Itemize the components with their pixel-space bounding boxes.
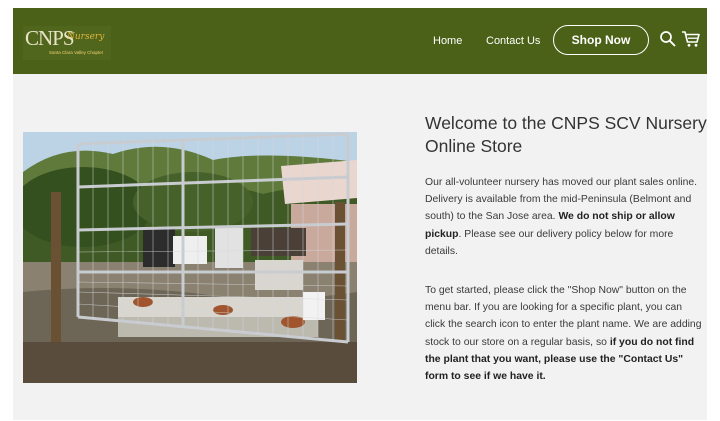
cart-icon[interactable] (681, 30, 701, 53)
page-frame: CNPS Nursery Santa Clara Valley Chapter … (13, 8, 707, 420)
logo-subtitle: Santa Clara Valley Chapter (49, 50, 104, 55)
nursery-gate-photo (23, 132, 357, 383)
logo-script-text: Nursery (67, 32, 105, 42)
intro-text-part2: . Please see our delivery policy below f… (425, 228, 674, 257)
site-header: CNPS Nursery Santa Clara Valley Chapter … (13, 8, 707, 74)
nav-home-link[interactable]: Home (433, 35, 462, 47)
nav-contact-link[interactable]: Contact Us (486, 35, 540, 47)
site-logo[interactable]: CNPS Nursery Santa Clara Valley Chapter (23, 26, 111, 60)
instructions-paragraph: To get started, please click the "Shop N… (425, 282, 705, 385)
shop-now-button[interactable]: Shop Now (553, 25, 649, 55)
intro-paragraph: Our all-volunteer nursery has moved our … (425, 174, 705, 260)
page-title: Welcome to the CNPS SCV Nursery Online S… (425, 113, 707, 156)
search-icon[interactable] (659, 30, 677, 53)
